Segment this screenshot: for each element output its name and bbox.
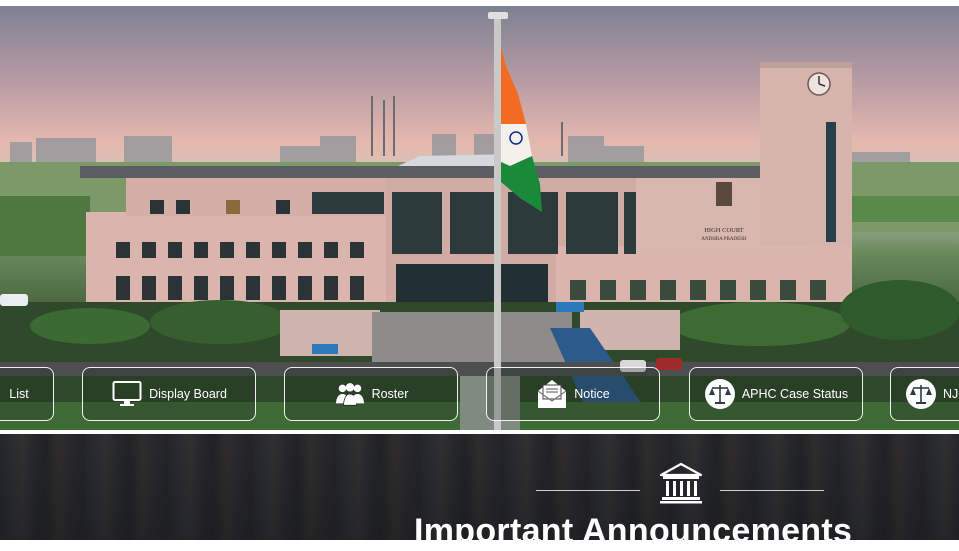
quick-link-label: List <box>9 387 29 401</box>
envelope-open-icon <box>536 378 568 410</box>
quick-link-label: APHC Case Status <box>741 387 849 401</box>
quick-link-label: Notice <box>574 387 610 401</box>
quick-link-list[interactable]: List <box>0 367 54 421</box>
quick-links-bar: List Display Board Roster Notice APHC Ca… <box>0 367 959 423</box>
quick-link-display-board[interactable]: Display Board <box>82 367 256 421</box>
divider-left <box>536 490 640 491</box>
announcements-heading: Important Announcements <box>414 512 853 550</box>
quick-link-notice[interactable]: Notice <box>486 367 660 421</box>
quick-link-nj[interactable]: NJ <box>890 367 959 421</box>
hero-banner: HIGH COURT ANDHRA PRADESH List Display B… <box>0 6 959 430</box>
building-sign-line1: HIGH COURT <box>704 227 744 234</box>
quick-link-roster[interactable]: Roster <box>284 367 458 421</box>
scales-of-justice-icon <box>905 378 937 410</box>
building-sign-line2: ANDHRA PRADESH <box>701 237 747 242</box>
quick-link-label: Display Board <box>149 387 227 401</box>
quick-link-aphc-case-status[interactable]: APHC Case Status <box>689 367 863 421</box>
divider-right <box>720 490 824 491</box>
people-group-icon <box>334 378 366 410</box>
quick-link-label: Roster <box>371 387 409 401</box>
scales-of-justice-icon <box>704 378 736 410</box>
quick-link-label: NJ <box>943 387 959 401</box>
monitor-icon <box>111 378 143 410</box>
courthouse-icon <box>658 462 704 509</box>
